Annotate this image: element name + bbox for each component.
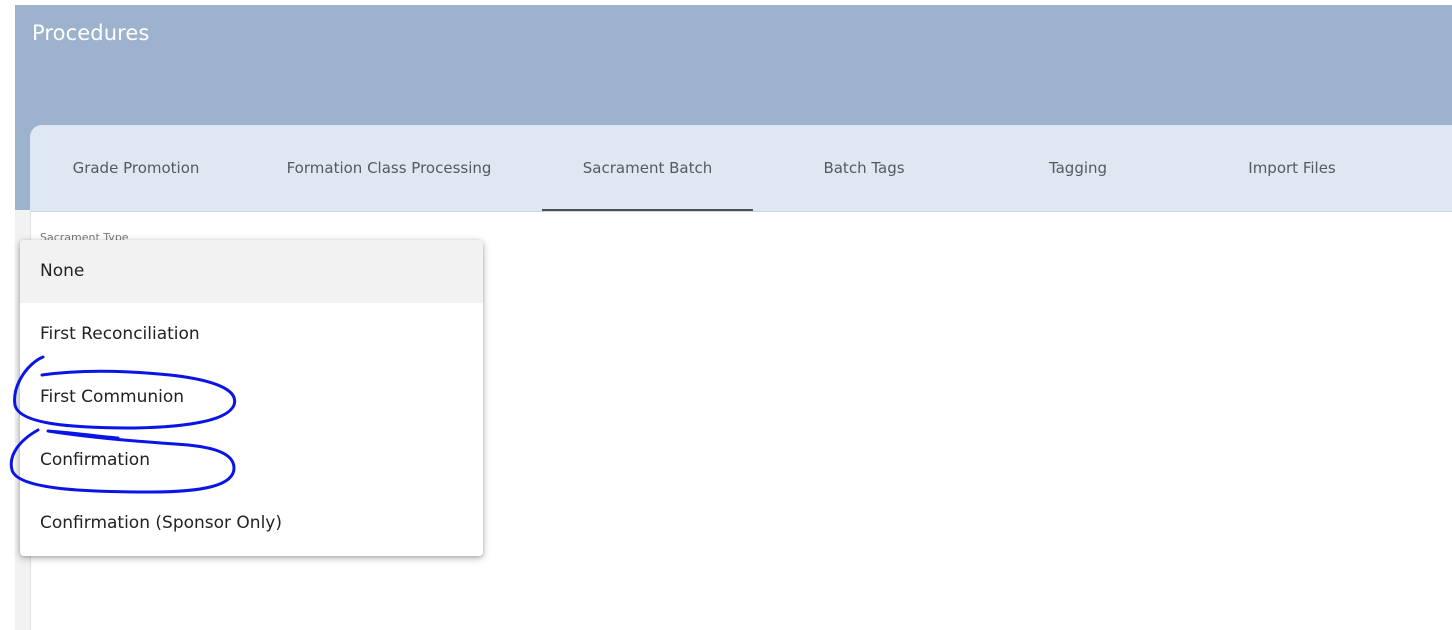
tab-batch-tags[interactable]: Batch Tags xyxy=(768,125,960,211)
tab-sacrament-batch[interactable]: Sacrament Batch xyxy=(542,125,753,211)
page-title: Procedures xyxy=(32,21,150,45)
option-none[interactable]: None xyxy=(20,240,483,303)
tab-formation-class-processing[interactable]: Formation Class Processing xyxy=(258,125,520,211)
tab-tagging[interactable]: Tagging xyxy=(990,125,1166,211)
tab-bar: Grade Promotion Formation Class Processi… xyxy=(30,125,1452,212)
tab-import-files[interactable]: Import Files xyxy=(1192,125,1392,211)
sacrament-type-dropdown-menu: None First Reconciliation First Communio… xyxy=(20,240,483,556)
option-confirmation-sponsor-only[interactable]: Confirmation (Sponsor Only) xyxy=(20,492,483,555)
option-first-reconciliation[interactable]: First Reconciliation xyxy=(20,303,483,366)
tab-grade-promotion[interactable]: Grade Promotion xyxy=(34,125,238,211)
option-first-communion[interactable]: First Communion xyxy=(20,366,483,429)
option-confirmation[interactable]: Confirmation xyxy=(20,429,483,492)
sacrament-type-label: Sacrament Type xyxy=(40,231,129,240)
